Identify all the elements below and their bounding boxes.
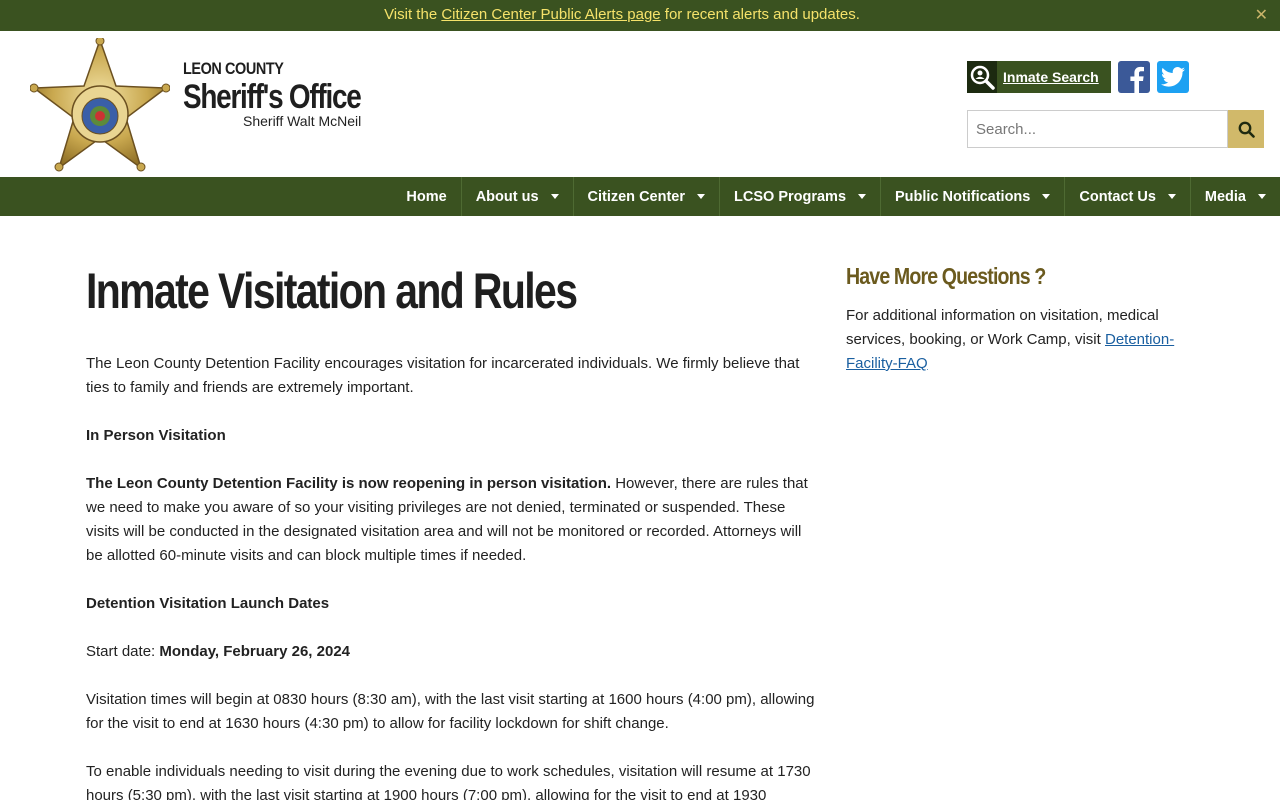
visitation-times-paragraph: Visitation times will begin at 0830 hour… (86, 691, 815, 732)
alert-prefix: Visit the (384, 6, 442, 23)
caret-down-icon (550, 194, 559, 199)
alert-suffix: for recent alerts and updates. (660, 6, 860, 23)
nav-item-label: Citizen Center (587, 188, 686, 205)
caret-down-icon (1258, 194, 1266, 199)
reopen-bold-text: The Leon County Detention Facility is no… (86, 475, 612, 492)
alert-message: Visit the Citizen Center Public Alerts p… (0, 6, 1244, 23)
magnifier-person-icon (967, 61, 997, 93)
site-brand[interactable]: LEON COUNTY Sheriff's Office Sheriff Wal… (183, 59, 399, 129)
public-alerts-link[interactable]: Citizen Center Public Alerts page (441, 6, 660, 23)
caret-down-icon (1042, 194, 1051, 199)
in-person-heading-text: In Person Visitation (86, 427, 226, 444)
search-button[interactable] (1228, 110, 1264, 148)
twitter-icon[interactable] (1157, 61, 1189, 93)
nav-item-label: Public Notifications (895, 188, 1031, 205)
nav-menu: Home About us Citizen Center LCSO Programs P… (392, 177, 1280, 216)
nav-item-contact-us[interactable]: Contact Us (1064, 177, 1190, 216)
caret-down-icon (858, 194, 867, 199)
brand-county: LEON COUNTY (183, 59, 284, 78)
start-date-label: Start date: (86, 643, 160, 660)
caret-down-icon (1167, 194, 1176, 199)
nav-item-label: LCSO Programs (734, 188, 847, 205)
nav-item-about-us[interactable]: About us (460, 177, 573, 216)
inmate-search-label: Inmate Search (1003, 69, 1099, 85)
nav-item-label: About us (475, 188, 539, 205)
nav-item-lcso-programs[interactable]: LCSO Programs (719, 177, 880, 216)
in-person-heading: In Person Visitation (86, 424, 816, 448)
nav-item-media[interactable]: Media (1189, 177, 1280, 216)
sheriff-star-logo[interactable] (30, 38, 170, 172)
nav-item-home[interactable]: Home (392, 177, 460, 216)
launch-dates-heading: Detention Visitation Launch Dates (86, 592, 816, 616)
start-date-value: Monday, February 26, 2024 (159, 643, 351, 660)
nav-item-label: Contact Us (1079, 188, 1156, 205)
nav-item-label: Media (1204, 188, 1246, 205)
brand-sheriff-name: Sheriff Walt McNeil (243, 113, 362, 129)
start-date-line: Start date: Monday, February 26, 2024 (86, 640, 816, 664)
nav-item-public-notifications[interactable]: Public Notifications (880, 177, 1064, 216)
search-input[interactable] (967, 110, 1228, 148)
intro-paragraph: The Leon County Detention Facility encou… (86, 355, 800, 396)
facebook-icon[interactable] (1118, 61, 1150, 93)
sidebar-text: For additional information on visitation… (846, 304, 1186, 376)
inmate-search-button[interactable]: Inmate Search (967, 61, 1111, 93)
alert-bar: Visit the Citizen Center Public Alerts p… (0, 0, 1280, 31)
main-navigation: Home About us Citizen Center LCSO Programs P… (0, 177, 1280, 216)
main-content: Inmate Visitation and Rules The Leon Cou… (86, 262, 816, 800)
reopen-paragraph: The Leon County Detention Facility is no… (86, 472, 816, 568)
sidebar: Have More Questions ? For additional inf… (846, 262, 1186, 376)
close-icon[interactable]: ✕ (1255, 5, 1268, 25)
evening-visitation-paragraph: To enable individuals needing to visit d… (86, 763, 811, 800)
nav-item-citizen-center[interactable]: Citizen Center (572, 177, 720, 216)
launch-dates-heading-text: Detention Visitation Launch Dates (86, 595, 330, 612)
search-icon (1238, 121, 1255, 138)
brand-office: Sheriff's Office (183, 78, 362, 116)
sidebar-title: Have More Questions ? (846, 263, 1046, 289)
site-header: LEON COUNTY Sheriff's Office Sheriff Wal… (0, 31, 1280, 177)
nav-item-label: Home (406, 188, 447, 205)
page-title: Inmate Visitation and Rules (86, 263, 578, 319)
caret-down-icon (697, 194, 706, 199)
